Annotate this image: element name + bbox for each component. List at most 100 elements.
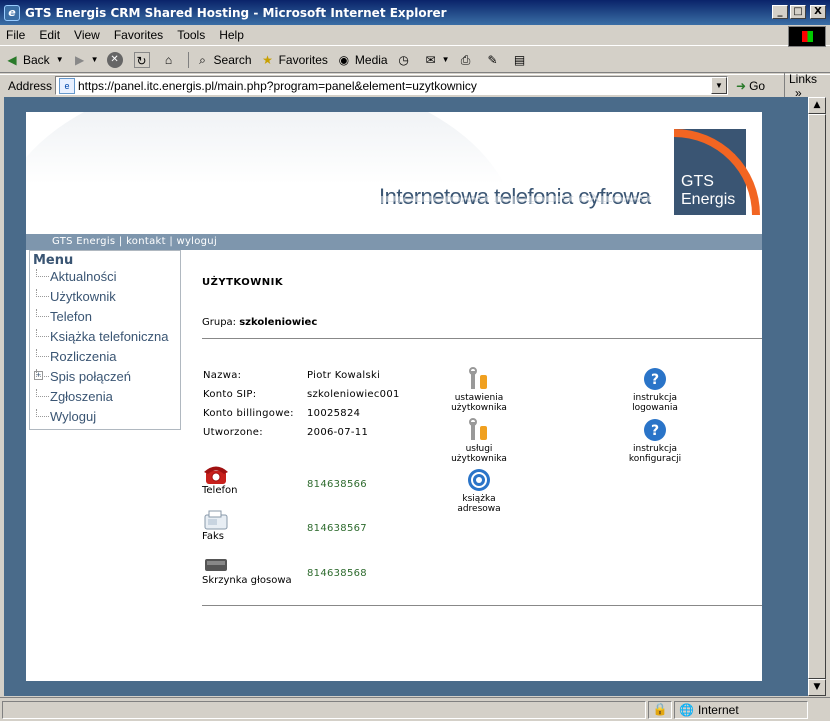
logo-text-energis: Energis xyxy=(681,191,736,208)
menu-file[interactable]: File xyxy=(6,28,25,42)
refresh-button[interactable]: ↻ xyxy=(133,51,153,68)
divider-bottom xyxy=(202,605,762,606)
menu-favorites[interactable]: Favorites xyxy=(114,28,163,42)
action-label: instrukcja xyxy=(632,444,677,454)
home-button[interactable]: ⌂ xyxy=(161,52,180,68)
group-line: Grupa: szkoleniowiec xyxy=(202,317,317,328)
back-button[interactable]: ◀ Back ▼ xyxy=(4,52,64,68)
close-button[interactable]: X xyxy=(810,5,826,19)
forward-button[interactable]: ▶ ▼ xyxy=(72,52,99,68)
address-book-link[interactable]: książka adresowa xyxy=(439,468,519,514)
links-button[interactable]: Links » xyxy=(784,71,830,100)
logo-text-gts: GTS xyxy=(681,173,714,190)
menubar: File Edit View Favorites Tools Help xyxy=(0,25,830,46)
tree-line xyxy=(36,329,49,337)
refresh-icon: ↻ xyxy=(133,51,150,68)
menu-item-zgloszenia[interactable]: Zgłoszenia xyxy=(36,386,113,406)
divider-top xyxy=(202,338,762,339)
history-icon: ◷ xyxy=(398,52,409,67)
window-titlebar[interactable]: e GTS Energis CRM Shared Hosting - Micro… xyxy=(0,0,830,25)
ie-logo-icon: e xyxy=(4,4,20,21)
go-button[interactable]: ➜ Go xyxy=(736,79,765,93)
page-icon: e xyxy=(59,77,75,94)
action-label: konfiguracji xyxy=(628,454,682,464)
services-user-link[interactable]: usługi użytkownika xyxy=(439,418,519,464)
favorites-icon: ★ xyxy=(262,52,273,67)
favorites-label: Favorites xyxy=(278,52,328,67)
settings-user-link[interactable]: ustawienia użytkownika xyxy=(439,367,519,413)
maximize-button[interactable]: □ xyxy=(790,5,806,19)
menu-item-uzytkownik[interactable]: Użytkownik xyxy=(36,286,116,306)
print-button[interactable]: ⎙ xyxy=(458,52,477,68)
config-help-link[interactable]: ? instrukcja konfiguracji xyxy=(615,418,695,464)
minimize-button[interactable]: _ xyxy=(772,5,788,19)
menu-item-rozliczenia[interactable]: Rozliczenia xyxy=(36,346,116,366)
menu-help[interactable]: Help xyxy=(219,28,244,42)
address-bar: Address e https://panel.itc.energis.pl/m… xyxy=(0,71,830,100)
nav-kontakt[interactable]: kontakt xyxy=(126,236,166,247)
mail-dropdown-icon[interactable]: ▼ xyxy=(442,55,450,64)
menu-edit[interactable]: Edit xyxy=(39,28,60,42)
voicemail-box-icon xyxy=(205,559,227,571)
page-title: UŻYTKOWNIK xyxy=(202,277,284,288)
discuss-button[interactable]: ▤ xyxy=(512,52,531,68)
address-input[interactable]: e https://panel.itc.energis.pl/main.php?… xyxy=(55,76,728,95)
lock-icon: 🔒 xyxy=(652,702,668,716)
tree-line xyxy=(36,309,49,317)
device-label: Telefon xyxy=(202,485,238,496)
search-button[interactable]: ⌕ Search xyxy=(187,51,252,68)
toolbar: ◀ Back ▼ ▶ ▼ ✕ ↻ ⌂ ⌕ Search ★ Favorites … xyxy=(0,47,830,73)
mail-button[interactable]: ✉ ▼ xyxy=(423,52,450,68)
menu-item-telefon[interactable]: Telefon xyxy=(36,306,92,326)
field-value: szkoleniowiec001 xyxy=(307,389,400,400)
login-help-link[interactable]: ? instrukcja logowania xyxy=(615,367,695,413)
tools-icon xyxy=(469,367,487,389)
menu-item-label: Aktualności xyxy=(50,268,117,284)
stop-button[interactable]: ✕ xyxy=(106,51,126,68)
print-icon: ⎙ xyxy=(460,52,471,67)
field-label: Konto SIP: xyxy=(203,389,257,400)
device-number-faks: 814638567 xyxy=(307,523,367,534)
menu-tools[interactable]: Tools xyxy=(177,28,205,42)
menu-item-ksiazka-telefoniczna[interactable]: Książka telefoniczna xyxy=(36,326,169,346)
tree-line xyxy=(36,269,49,277)
device-faks: Faks xyxy=(202,509,229,542)
menu-item-label: Wyloguj xyxy=(50,408,97,424)
menu-item-wyloguj[interactable]: Wyloguj xyxy=(36,406,96,426)
media-button[interactable]: ◉ Media xyxy=(336,52,388,68)
tree-line xyxy=(36,289,49,297)
scroll-down-icon[interactable]: ▼ xyxy=(808,679,826,696)
favorites-button[interactable]: ★ Favorites xyxy=(260,52,328,68)
device-skrzynka: Skrzynka głosowa xyxy=(202,553,292,586)
menu-item-label: Spis połączeń xyxy=(50,368,131,384)
history-button[interactable]: ◷ xyxy=(396,52,415,68)
scroll-up-icon[interactable]: ▲ xyxy=(808,97,826,114)
nav-separator: | xyxy=(118,236,123,247)
red-phone-icon xyxy=(204,466,228,484)
menu-item-label: Telefon xyxy=(50,308,92,324)
edit-button[interactable]: ✎ xyxy=(485,52,504,68)
forward-dropdown-icon[interactable]: ▼ xyxy=(91,55,99,64)
back-arrow-icon: ◀ xyxy=(7,52,17,67)
scroll-thumb[interactable] xyxy=(808,114,826,679)
nav-wyloguj[interactable]: wyloguj xyxy=(176,236,217,247)
links-label: Links xyxy=(789,71,818,86)
address-dropdown-icon[interactable]: ▼ xyxy=(711,77,727,94)
browser-viewport: Internetowa telefonia cyfrowa Internetow… xyxy=(4,97,808,696)
main-content: UŻYTKOWNIK Grupa: szkoleniowiec Nazwa: Pi… xyxy=(181,250,762,696)
menu-item-spis-polaczen[interactable]: + Spis połączeń xyxy=(34,366,131,386)
svg-text:?: ? xyxy=(651,372,659,388)
forward-arrow-icon: ▶ xyxy=(74,52,85,67)
search-label: Search xyxy=(213,52,252,67)
search-icon: ⌕ xyxy=(199,52,206,67)
vertical-scrollbar[interactable]: ▲ ▼ xyxy=(808,97,826,696)
menu-view[interactable]: View xyxy=(74,28,100,42)
side-menu: Menu Aktualności Użytkownik Telefon Ksią… xyxy=(29,250,181,430)
nav-gts-energis[interactable]: GTS Energis xyxy=(52,236,115,247)
back-dropdown-icon[interactable]: ▼ xyxy=(56,55,64,64)
internet-globe-icon: 🌐 xyxy=(679,703,694,717)
help-icon: ? xyxy=(644,368,666,390)
action-label: logowania xyxy=(632,403,678,413)
menu-item-aktualnosci[interactable]: Aktualności xyxy=(36,266,116,286)
menu-item-label: Zgłoszenia xyxy=(50,388,113,404)
